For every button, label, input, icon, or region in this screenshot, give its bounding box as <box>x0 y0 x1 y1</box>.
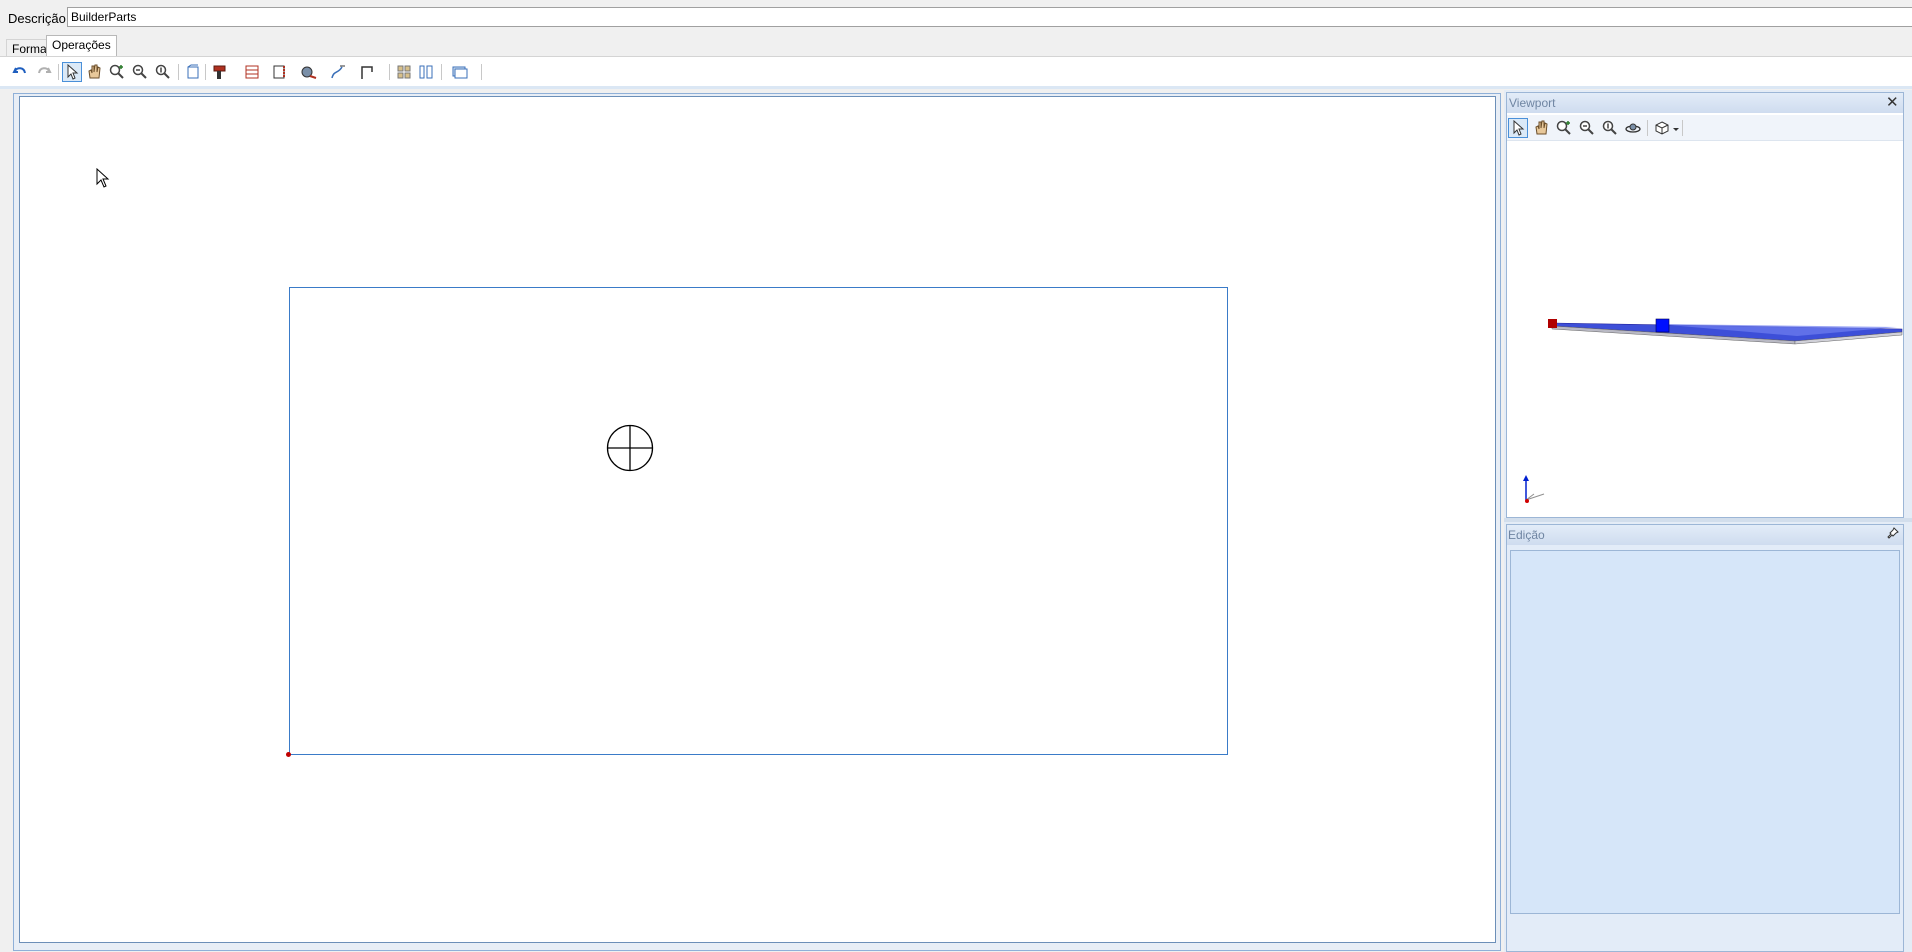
viewport-toolbar <box>1507 115 1903 141</box>
path-tool-icon[interactable] <box>328 62 348 82</box>
grid-icon[interactable] <box>394 62 414 82</box>
viewport-header <box>1507 93 1903 113</box>
zoom-in-icon[interactable] <box>107 62 127 82</box>
edicao-header <box>1507 525 1903 545</box>
toolbar-separator <box>205 64 206 80</box>
pan-hand-icon[interactable] <box>1531 118 1551 138</box>
profile-tool-icon[interactable] <box>270 62 290 82</box>
drill-hole-marker[interactable] <box>606 424 654 472</box>
viewport-3d-view[interactable] <box>1507 141 1903 517</box>
orbit-icon[interactable] <box>1623 118 1643 138</box>
toolbar-separator <box>1682 120 1683 136</box>
axis-indicator-icon <box>1523 475 1545 503</box>
toolbar-separator <box>389 64 390 80</box>
pocket-tool-icon[interactable] <box>242 62 262 82</box>
toolbar-separator <box>1647 120 1648 136</box>
new-sheet-icon[interactable] <box>183 62 203 82</box>
view-options-icon[interactable] <box>450 62 470 82</box>
mouse-cursor-icon <box>96 168 110 188</box>
select-pointer-icon[interactable] <box>62 62 82 82</box>
toolbar-separator <box>481 64 482 80</box>
frame-tool-icon[interactable] <box>357 62 377 82</box>
zoom-out-icon[interactable] <box>130 62 150 82</box>
pan-hand-icon[interactable] <box>84 62 104 82</box>
redo-icon[interactable] <box>34 62 54 82</box>
columns-icon[interactable] <box>416 62 436 82</box>
zoom-in-icon[interactable] <box>1554 118 1574 138</box>
toolbar-separator <box>441 64 442 80</box>
toolbar-separator <box>58 64 59 80</box>
saw-tool-icon[interactable] <box>299 62 319 82</box>
panel-splitter[interactable] <box>1504 518 1912 522</box>
view-cube-icon[interactable] <box>1652 118 1672 138</box>
toolbar-separator <box>178 64 179 80</box>
edicao-properties-area[interactable] <box>1510 550 1900 914</box>
main-toolbar <box>0 57 1912 131</box>
tab-operacoes[interactable]: Operações <box>46 35 117 57</box>
dropdown-caret[interactable] <box>1673 128 1679 131</box>
close-icon[interactable]: ✕ <box>1886 93 1899 111</box>
drill-tool-icon[interactable] <box>211 62 231 82</box>
zoom-fit-icon[interactable] <box>153 62 173 82</box>
select-pointer-icon[interactable] <box>1508 118 1528 138</box>
toolbar-border <box>0 86 1912 89</box>
zoom-out-icon[interactable] <box>1577 118 1597 138</box>
undo-icon[interactable] <box>10 62 30 82</box>
description-label: Descrição <box>8 11 66 26</box>
pin-icon[interactable] <box>1887 527 1899 539</box>
origin-marker <box>286 752 291 757</box>
description-input[interactable] <box>67 7 1912 27</box>
zoom-fit-icon[interactable] <box>1600 118 1620 138</box>
edicao-title: Edição <box>1508 528 1545 542</box>
viewport-title: Viewport <box>1509 96 1556 110</box>
part-outline[interactable] <box>289 287 1228 755</box>
